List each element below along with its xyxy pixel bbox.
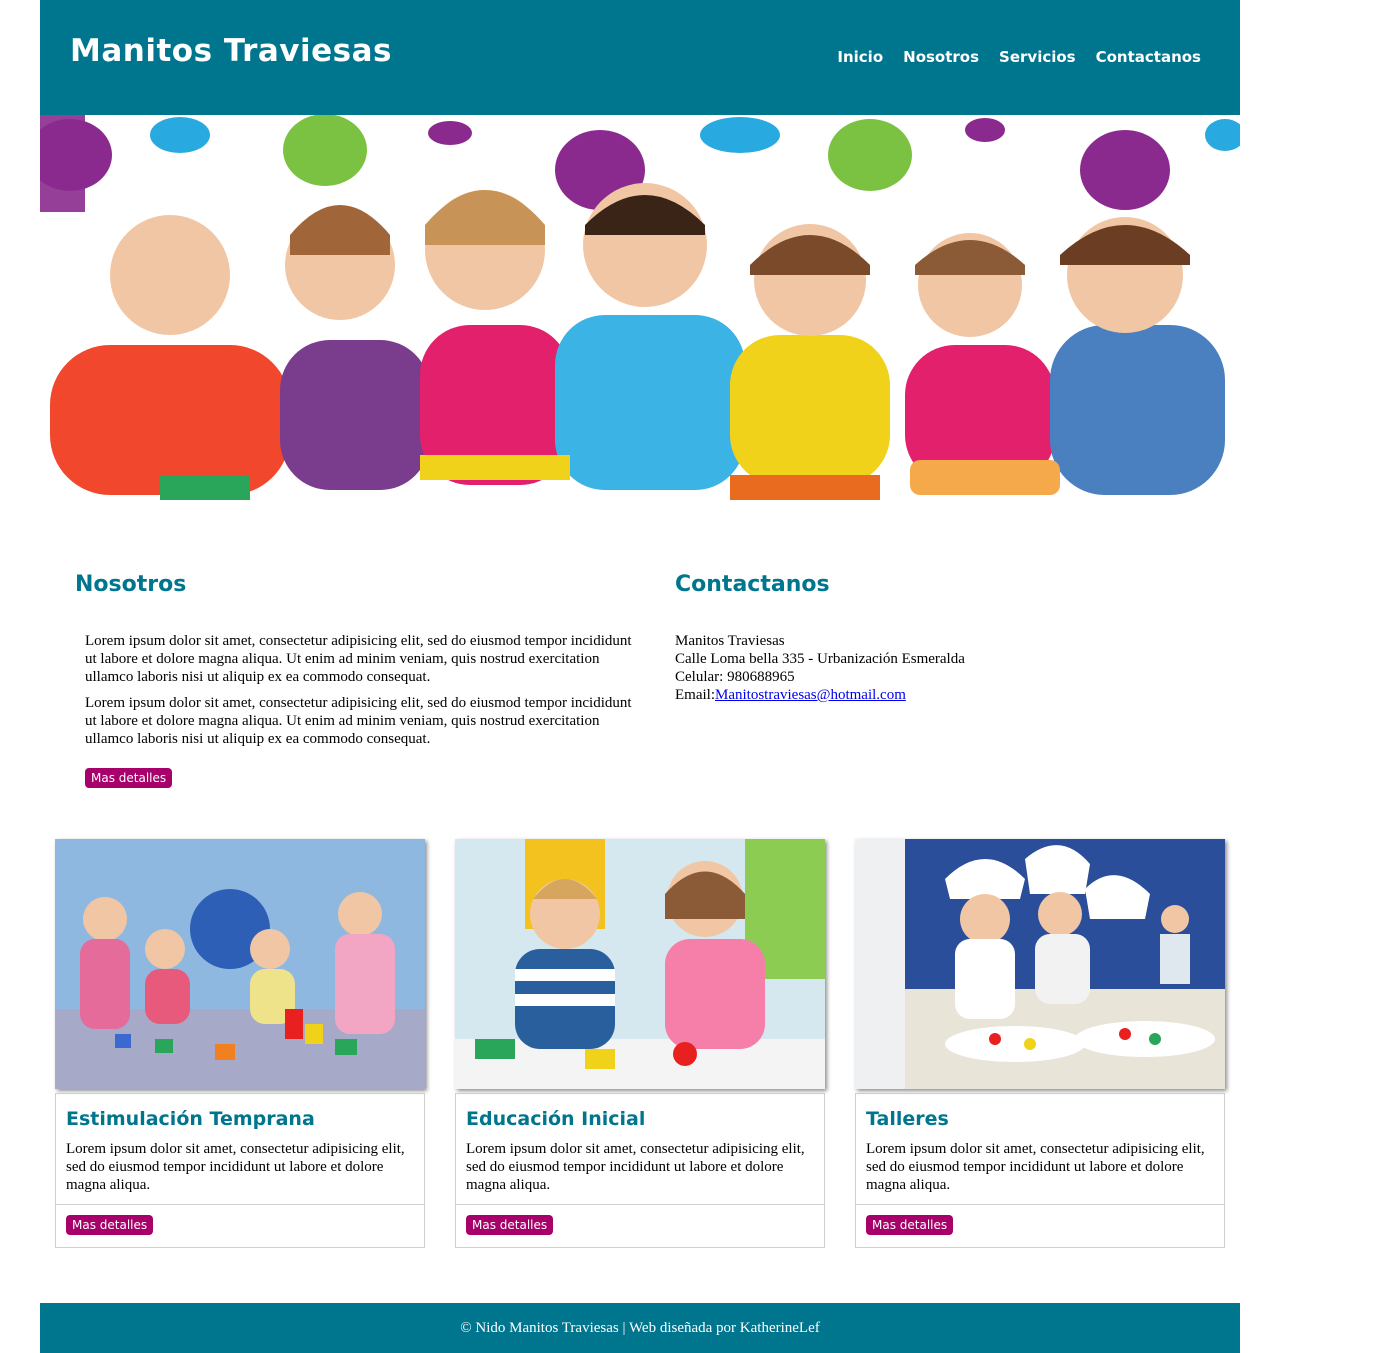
service-more-button[interactable]: Mas detalles [866,1215,954,1235]
nav-servicios[interactable]: Servicios [999,48,1076,66]
service-card-footer: Mas detalles [55,1205,425,1248]
about-paragraph: Lorem ipsum dolor sit amet, consectetur … [85,633,632,685]
contact-email-label: Email: [675,687,715,703]
service-card-footer: Mas detalles [855,1205,1225,1248]
nav-contactanos[interactable]: Contactanos [1096,48,1201,66]
contact-email-link[interactable]: Manitostraviesas@hotmail.com [715,687,906,703]
service-card: Talleres Lorem ipsum dolor sit amet, con… [855,839,1225,1248]
service-card-title: Talleres [866,1108,949,1130]
service-card-title: Educación Inicial [466,1108,646,1130]
hero-illustration [40,115,1240,500]
children-group [50,183,1225,500]
service-card: Educación Inicial Lorem ipsum dolor sit … [455,839,825,1248]
site-footer: © Nido Manitos Traviesas | Web diseñada … [40,1303,1240,1353]
service-card-title: Estimulación Temprana [66,1108,315,1130]
service-card-body: Educación Inicial Lorem ipsum dolor sit … [455,1093,825,1205]
service-card-body: Estimulación Temprana Lorem ipsum dolor … [55,1093,425,1205]
contact-phone: Celular: 980688965 [675,669,795,685]
contact-address: Calle Loma bella 335 - Urbanización Esme… [675,651,965,667]
about-paragraph: Lorem ipsum dolor sit amet, consectetur … [85,695,632,747]
service-card-image [455,839,825,1089]
contact-name: Manitos Traviesas [675,633,785,649]
service-card: Estimulación Temprana Lorem ipsum dolor … [55,839,425,1248]
service-card-footer: Mas detalles [455,1205,825,1248]
contact-details: Manitos Traviesas Calle Loma bella 335 -… [675,632,1195,704]
service-card-text: Lorem ipsum dolor sit amet, consectetur … [66,1141,405,1193]
service-card-text: Lorem ipsum dolor sit amet, consectetur … [866,1141,1205,1193]
site-header: Manitos Traviesas Inicio Nosotros Servic… [40,0,1240,115]
about-title: Nosotros [75,572,187,597]
about-more-button[interactable]: Mas detalles [85,768,173,788]
service-card-image [855,839,1225,1089]
contact-title: Contactanos [675,572,830,597]
contact-email-row: Email:Manitostraviesas@hotmail.com [675,686,1195,704]
service-card-text: Lorem ipsum dolor sit amet, consectetur … [466,1141,805,1193]
site-logo-text[interactable]: Manitos Traviesas [70,33,392,69]
nav-nosotros[interactable]: Nosotros [903,48,979,66]
footer-text: © Nido Manitos Traviesas | Web diseñada … [460,1320,820,1336]
main-nav: Inicio Nosotros Servicios Contactanos [837,48,1201,66]
service-card-body: Talleres Lorem ipsum dolor sit amet, con… [855,1093,1225,1205]
hero-banner-image [40,115,1240,525]
service-card-image [55,839,425,1089]
page: Manitos Traviesas Inicio Nosotros Servic… [40,0,1240,1353]
about-section: Nosotros Lorem ipsum dolor sit amet, con… [75,572,635,788]
contact-section: Contactanos Manitos Traviesas Calle Loma… [675,572,1195,704]
service-more-button[interactable]: Mas detalles [466,1215,554,1235]
nav-inicio[interactable]: Inicio [837,48,883,66]
service-more-button[interactable]: Mas detalles [66,1215,154,1235]
